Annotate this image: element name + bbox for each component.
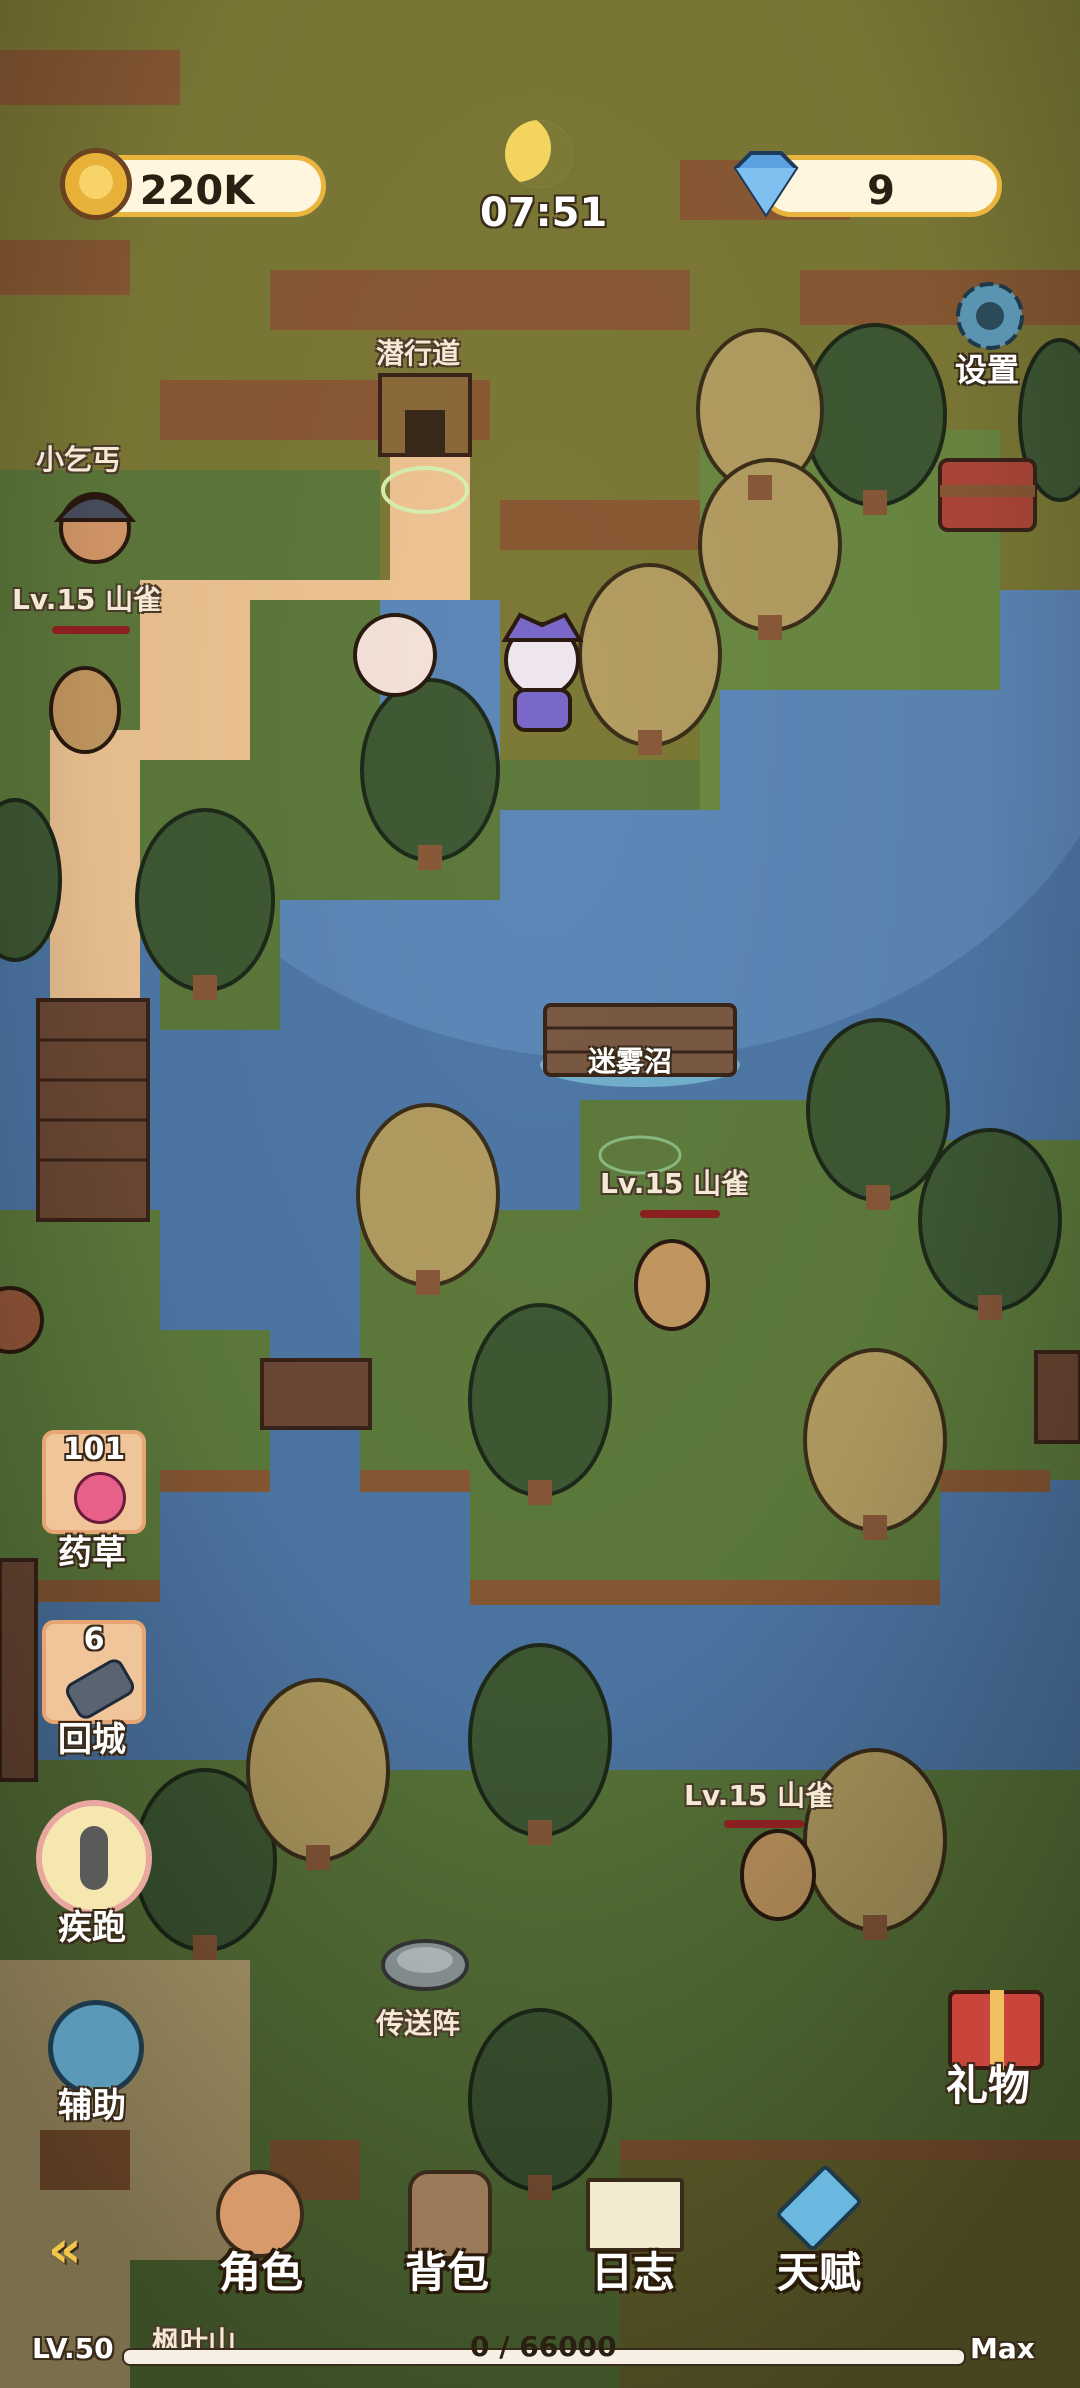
- enemy-hp-bar: [52, 626, 130, 634]
- gift-label[interactable]: 礼物: [946, 2052, 1030, 2113]
- settings-label[interactable]: 设置: [955, 345, 1019, 391]
- enemy-level-label[interactable]: Lv.15 山雀: [600, 1162, 749, 1202]
- mist-swamp-label[interactable]: 迷雾沼: [588, 1040, 672, 1080]
- talent-nav-label: 天赋: [776, 2248, 861, 2297]
- gold-coin-icon: [60, 148, 132, 220]
- enemy-level-label[interactable]: Lv.15 山雀: [12, 578, 161, 618]
- game-map[interactable]: [0, 0, 1080, 2388]
- game-clock: 07:51: [480, 190, 608, 236]
- character-nav-label: 角色: [218, 2248, 303, 2297]
- journal-nav-label: 日志: [590, 2248, 675, 2297]
- max-level-label[interactable]: Max: [970, 2332, 1035, 2365]
- diamond-icon: [726, 148, 806, 220]
- player-level: LV.50: [32, 2332, 114, 2365]
- assist-label[interactable]: 辅助: [58, 2078, 126, 2127]
- enemy-hp-bar: [640, 1210, 720, 1218]
- teleport-label[interactable]: 传送阵: [376, 2002, 460, 2042]
- herb-button[interactable]: 101: [42, 1430, 146, 1534]
- walking-person-icon: [80, 1826, 108, 1890]
- beggar-npc-label[interactable]: 小乞丐: [36, 438, 120, 478]
- flower-icon: [74, 1472, 126, 1524]
- character-nav-button[interactable]: 角色: [196, 2160, 326, 2300]
- backpack-nav-label: 背包: [404, 2248, 489, 2297]
- enemy-level-label[interactable]: Lv.15 山雀: [684, 1774, 833, 1814]
- backpack-nav-button[interactable]: 背包: [382, 2160, 512, 2300]
- sprint-button[interactable]: [36, 1800, 152, 1916]
- sprint-label[interactable]: 疾跑: [58, 1900, 126, 1949]
- return-city-label[interactable]: 回城: [58, 1712, 126, 1761]
- enemy-hp-bar: [724, 1820, 804, 1828]
- herb-label[interactable]: 药草: [58, 1525, 126, 1574]
- talent-nav-button[interactable]: 天赋: [754, 2160, 884, 2300]
- journal-nav-button[interactable]: 日志: [568, 2160, 698, 2300]
- herb-count: 101: [62, 1432, 126, 1467]
- return-city-count: 6: [83, 1622, 105, 1657]
- sneak-path-label: 潜行道: [376, 337, 461, 370]
- moon-icon: [505, 120, 573, 188]
- xp-progress-text: 0 / 66000: [470, 2330, 617, 2363]
- return-city-button[interactable]: 6: [42, 1620, 146, 1724]
- collapse-arrows-icon[interactable]: «: [48, 2224, 138, 2276]
